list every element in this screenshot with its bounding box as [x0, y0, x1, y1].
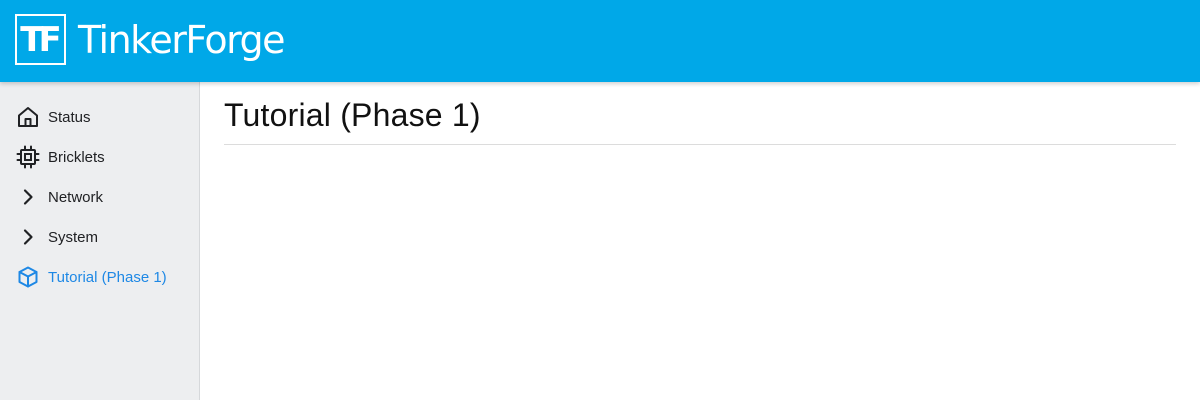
sidebar-item-bricklets[interactable]: Bricklets — [0, 137, 199, 177]
sidebar: Status Bricklets Network System Tutorial… — [0, 82, 200, 400]
chip-icon — [16, 145, 40, 169]
logo-text: TinkerForge — [78, 17, 286, 62]
sidebar-item-label: Tutorial (Phase 1) — [48, 268, 167, 286]
sidebar-item-status[interactable]: Status — [0, 97, 199, 137]
page-title: Tutorial (Phase 1) — [224, 97, 481, 133]
chevron-right-icon — [16, 185, 40, 209]
title-divider — [224, 144, 1176, 145]
sidebar-item-label: Network — [48, 188, 104, 206]
logo-mark: TF — [15, 14, 66, 65]
chevron-right-icon — [16, 225, 40, 249]
sidebar-item-tutorial[interactable]: Tutorial (Phase 1) — [0, 257, 199, 297]
tinkerforge-logo[interactable]: TF TinkerForge — [15, 14, 286, 65]
sidebar-item-label: System — [48, 228, 99, 246]
sidebar-item-network[interactable]: Network — [0, 177, 199, 217]
sidebar-item-label: Bricklets — [48, 148, 105, 166]
box-icon — [16, 265, 40, 289]
sidebar-item-system[interactable]: System — [0, 217, 199, 257]
main-content: Tutorial (Phase 1) — [200, 82, 1200, 400]
top-bar: TF TinkerForge — [0, 0, 1200, 82]
sidebar-item-label: Status — [48, 108, 91, 126]
home-icon — [16, 105, 40, 129]
